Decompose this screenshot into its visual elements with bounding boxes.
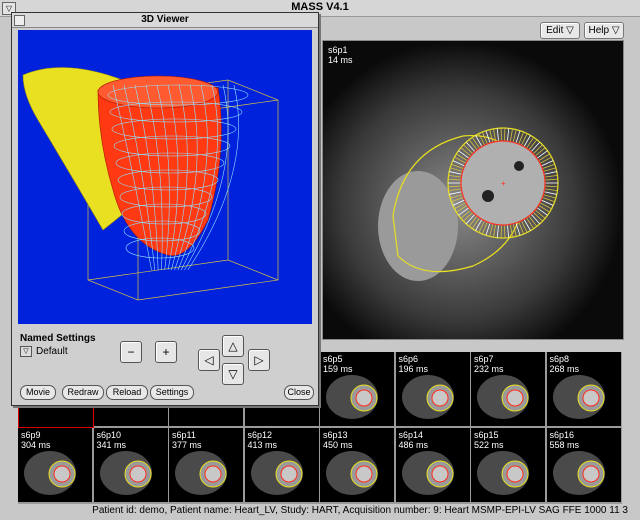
thumbnail-slice-label: s6p6	[398, 354, 419, 364]
lv-base-rim	[97, 75, 219, 109]
arrow-left-icon: ◁	[204, 353, 214, 367]
thumbnail-slice-label: s6p12	[247, 430, 273, 440]
thumbnail-slice-label: s6p8	[549, 354, 570, 364]
zoom-out-button[interactable]: −	[120, 341, 142, 363]
thumbnail-endocardium	[506, 465, 524, 483]
heart-3d-model	[22, 67, 279, 301]
thumbnail-endocardium	[431, 465, 448, 483]
settings-dropdown-toggle[interactable]: ▽	[20, 346, 32, 357]
viewer-title: 3D Viewer	[141, 14, 189, 25]
thumbnail-time-label: 450 ms	[323, 440, 353, 450]
thumbnail-cell[interactable]: s6p12 413 ms	[244, 428, 319, 502]
thumbnail-endocardium	[355, 389, 373, 407]
edit-menu-button[interactable]: Edit ▽	[540, 22, 580, 39]
thumbnail-time-label: 522 ms	[474, 440, 504, 450]
thumbnail-slice-label: s6p13	[323, 430, 348, 440]
thumbnail-cell[interactable]: s6p9 304 ms	[18, 428, 92, 502]
thumbnail-cell[interactable]: s6p10 341 ms	[93, 428, 168, 502]
thumbnail-endocardium	[53, 465, 71, 483]
thumbnail-slice-label: s6p9	[21, 430, 41, 440]
thumbnail-time-label: 341 ms	[96, 440, 127, 450]
thumbnail-cell[interactable]: s6p7 232 ms	[471, 352, 545, 426]
named-settings-label: Named Settings	[20, 333, 96, 344]
arrow-up-icon: △	[228, 339, 238, 353]
thumbnail-cell[interactable]: s6p5 159 ms	[320, 352, 394, 426]
right-ventricle	[378, 171, 458, 281]
thumbnail-cell[interactable]: s6p16 558 ms	[546, 428, 621, 502]
thumbnail-endocardium	[582, 465, 599, 483]
close-button[interactable]: Close	[284, 385, 314, 400]
thumbnail-time-label: 159 ms	[323, 364, 353, 374]
rotate-up-button[interactable]: △	[222, 335, 244, 357]
main-image-view[interactable]: + s6p1 14 ms	[322, 40, 624, 340]
papillary-muscle-1	[482, 190, 494, 202]
rotate-left-button[interactable]: ◁	[198, 349, 220, 371]
centroid-marker: +	[501, 179, 506, 188]
thumbnail-time-label: 377 ms	[172, 440, 202, 450]
redraw-button[interactable]: Redraw	[62, 385, 104, 400]
movie-button[interactable]: Movie	[20, 385, 56, 400]
thumbnail-cell[interactable]: s6p11 377 ms	[169, 428, 243, 502]
zoom-in-button[interactable]: +	[155, 341, 177, 363]
thumbnail-endocardium	[280, 465, 297, 483]
mri-image: +	[323, 41, 623, 339]
arrow-right-icon: ▷	[254, 353, 264, 367]
thumbnail-time-label: 268 ms	[549, 364, 580, 374]
reload-button[interactable]: Reload	[106, 385, 148, 400]
thumbnail-endocardium	[431, 389, 448, 407]
settings-default-label: Default	[36, 346, 68, 357]
main-view-time: 14 ms	[328, 55, 353, 65]
thumbnail-time-label: 232 ms	[474, 364, 504, 374]
rotate-down-button[interactable]: ▽	[222, 363, 244, 385]
thumbnail-slice-label: s6p14	[398, 430, 424, 440]
help-menu-button[interactable]: Help ▽	[584, 22, 624, 39]
thumbnail-slice-label: s6p11	[172, 430, 196, 440]
3d-viewer-window: 3D Viewer Named Settings ▽ Default − + △…	[11, 12, 319, 406]
thumbnail-cell[interactable]: s6p6 196 ms	[395, 352, 470, 426]
thumbnail-endocardium	[355, 465, 373, 483]
viewer-titlebar[interactable]: 3D Viewer	[12, 13, 318, 28]
thumbnail-time-label: 486 ms	[398, 440, 429, 450]
settings-button[interactable]: Settings	[150, 385, 194, 400]
thumbnail-time-label: 558 ms	[549, 440, 580, 450]
thumbnail-slice-label: s6p16	[549, 430, 575, 440]
main-view-slice: s6p1	[328, 45, 348, 55]
thumbnail-endocardium	[582, 389, 599, 407]
3d-render-canvas[interactable]	[18, 30, 312, 324]
thumbnail-endocardium	[129, 465, 146, 483]
thumbnail-slice-label: s6p15	[474, 430, 499, 440]
papillary-muscle-2	[514, 161, 524, 171]
thumbnail-time-label: 304 ms	[21, 440, 51, 450]
thumbnail-slice-label: s6p10	[96, 430, 122, 440]
thumbnail-endocardium	[204, 465, 222, 483]
thumbnail-time-label: 196 ms	[398, 364, 429, 374]
thumbnail-slice-label: s6p5	[323, 354, 343, 364]
rotate-right-button[interactable]: ▷	[248, 349, 270, 371]
zoom-in-icon: +	[162, 345, 170, 359]
arrow-down-icon: ▽	[228, 367, 238, 381]
thumbnail-cell[interactable]: s6p13 450 ms	[320, 428, 394, 502]
thumbnail-slice-label: s6p7	[474, 354, 494, 364]
zoom-out-icon: −	[127, 345, 135, 359]
thumbnail-cell[interactable]: s6p8 268 ms	[546, 352, 621, 426]
thumbnail-cell[interactable]: s6p14 486 ms	[395, 428, 470, 502]
thumbnail-endocardium	[506, 389, 524, 407]
status-bar-text: Patient id: demo, Patient name: Heart_LV…	[92, 505, 628, 516]
thumbnail-cell[interactable]: s6p15 522 ms	[471, 428, 545, 502]
thumbnail-time-label: 413 ms	[247, 440, 278, 450]
